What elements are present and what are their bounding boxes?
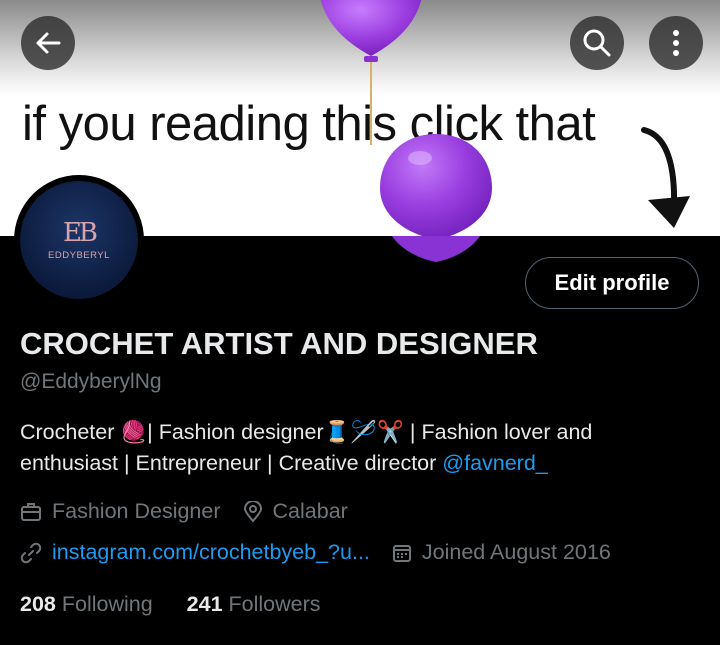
profile-meta-row-2: instagram.com/crochetbyeb_?u... Joined A… [20, 540, 633, 565]
briefcase-icon [21, 502, 41, 521]
followers-count: 241 [186, 592, 223, 616]
map-pin-icon [243, 500, 262, 523]
bio-line-1: Crocheter 🧶| Fashion designer🧵🪡✂️ | Fash… [20, 420, 593, 444]
following-count: 208 [20, 592, 56, 616]
edit-profile-button[interactable]: Edit profile [525, 257, 699, 309]
link-icon [20, 542, 42, 563]
user-handle: @EddyberylNg [20, 370, 162, 393]
following-link[interactable]: 208 Following [20, 592, 153, 617]
followers-link[interactable]: 241 Followers [187, 592, 321, 617]
website-link[interactable]: instagram.com/crochetbyeb_?u... [52, 540, 370, 565]
banner-caption: if you reading this click that [22, 97, 596, 151]
bio-line-2: enthusiast | Entrepreneur | Creative dir… [20, 448, 700, 479]
following-label: Following [61, 592, 153, 616]
profession-item: Fashion Designer [20, 499, 221, 524]
follow-counts: 208 Following 241 Followers [20, 592, 349, 617]
profile-meta-row-1: Fashion Designer Calabar [20, 499, 370, 524]
search-button[interactable] [570, 16, 624, 70]
avatar-logo: EB EDDYBERYL [20, 181, 138, 299]
avatar[interactable]: EB EDDYBERYL [14, 175, 144, 305]
website-item[interactable]: instagram.com/crochetbyeb_?u... [20, 540, 370, 565]
calendar-icon [392, 544, 411, 562]
bio-mention-link[interactable]: @favnerd_ [442, 451, 548, 475]
curved-arrow-icon [641, 127, 690, 228]
more-vertical-icon [673, 30, 679, 56]
display-name: CROCHET ARTIST AND DESIGNER [20, 326, 538, 361]
followers-label: Followers [228, 592, 321, 616]
logo-brand-text: EDDYBERYL [48, 249, 110, 261]
profession-text: Fashion Designer [52, 499, 221, 523]
balloon-bottom-image [380, 134, 492, 236]
bio-line-2-text: enthusiast | Entrepreneur | Creative dir… [20, 451, 443, 475]
location-text: Calabar [272, 499, 348, 523]
logo-monogram: EB [62, 217, 98, 248]
balloon-top-image [320, 0, 422, 145]
back-button[interactable] [21, 16, 75, 70]
joined-item: Joined August 2016 [392, 540, 611, 565]
location-item: Calabar [243, 499, 348, 524]
profile-bio: Crocheter 🧶| Fashion designer🧵🪡✂️ | Fash… [20, 417, 700, 479]
arrow-left-icon [36, 32, 61, 54]
search-icon [583, 29, 611, 57]
more-options-button[interactable] [649, 16, 703, 70]
balloon-bottom-tail-image [392, 236, 480, 262]
joined-text: Joined August 2016 [421, 540, 611, 564]
